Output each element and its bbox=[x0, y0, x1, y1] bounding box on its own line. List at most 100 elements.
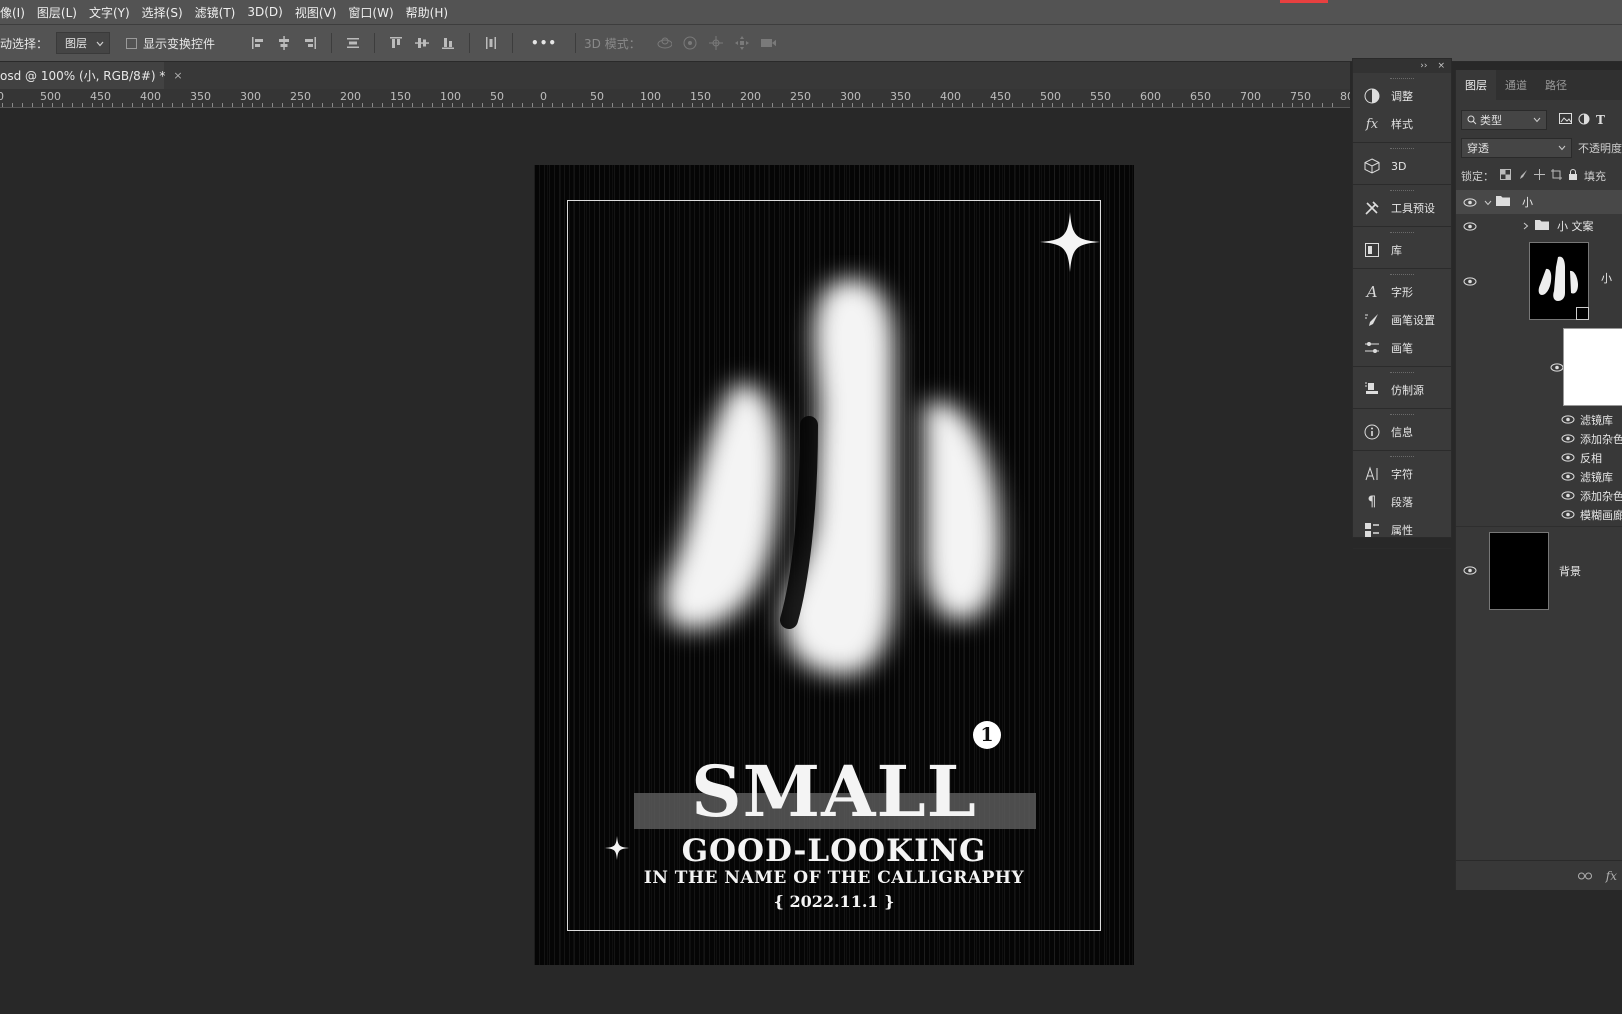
dock-item-clone-source[interactable]: 仿制源 bbox=[1353, 376, 1451, 404]
auto-select-dropdown[interactable]: 图层 bbox=[56, 32, 111, 54]
dock-item-properties[interactable]: 属性 bbox=[1353, 516, 1451, 544]
more-options-button[interactable]: ••• bbox=[531, 36, 557, 50]
dock-item-brush-settings[interactable]: 画笔设置 bbox=[1353, 306, 1451, 334]
visibility-eye-icon[interactable] bbox=[1561, 415, 1575, 425]
clone-source-icon bbox=[1361, 379, 1383, 401]
menu-layer[interactable]: 图层(L) bbox=[31, 4, 83, 21]
visibility-eye-icon[interactable] bbox=[1561, 453, 1575, 463]
visibility-eye-icon[interactable] bbox=[1561, 491, 1575, 501]
visibility-eye-icon[interactable] bbox=[1463, 221, 1477, 231]
menu-3d[interactable]: 3D(D) bbox=[241, 5, 288, 19]
align-horizontal-center-icon[interactable] bbox=[276, 35, 292, 51]
filter-mask-thumbnail bbox=[1563, 328, 1622, 406]
align-bottom-icon[interactable] bbox=[440, 35, 456, 51]
filter-type-icon[interactable]: T bbox=[1596, 113, 1605, 127]
slide-3d-icon[interactable] bbox=[734, 35, 750, 51]
menu-type[interactable]: 文字(Y) bbox=[83, 4, 136, 21]
dock-item-info[interactable]: 信息 bbox=[1353, 418, 1451, 446]
dock-item-brushes[interactable]: 画笔 bbox=[1353, 334, 1451, 362]
smart-filter-mask-row[interactable] bbox=[1456, 324, 1622, 410]
align-top-icon[interactable] bbox=[388, 35, 404, 51]
menu-window[interactable]: 窗口(W) bbox=[342, 4, 399, 21]
align-right-icon[interactable] bbox=[302, 35, 318, 51]
ruler-label: 550 bbox=[1090, 90, 1111, 103]
ruler-label: 300 bbox=[240, 90, 261, 103]
menu-select[interactable]: 选择(S) bbox=[136, 4, 189, 21]
smart-filter-item[interactable]: 添加杂色 bbox=[1456, 486, 1622, 505]
ruler-label: 300 bbox=[840, 90, 861, 103]
layer-effects-fx-icon[interactable]: fx bbox=[1606, 869, 1617, 883]
lock-move-icon[interactable] bbox=[1534, 169, 1545, 183]
smart-filter-item[interactable]: 添加杂色 bbox=[1456, 429, 1622, 448]
filter-pixel-icon[interactable] bbox=[1559, 113, 1572, 127]
visibility-eye-icon[interactable] bbox=[1561, 434, 1575, 444]
close-icon[interactable]: × bbox=[173, 69, 182, 82]
layers-panel-tabs: 图层 通道 路径 bbox=[1456, 70, 1622, 100]
collapse-panels-button[interactable]: ›› bbox=[1420, 61, 1427, 71]
pan-3d-icon[interactable] bbox=[708, 35, 724, 51]
dock-item-tool-presets[interactable]: 工具预设 bbox=[1353, 194, 1451, 222]
document-tab[interactable]: osd @ 100% (小, RGB/8#) * × bbox=[0, 62, 183, 89]
chevron-down-icon[interactable] bbox=[1484, 196, 1492, 209]
align-left-icon[interactable] bbox=[250, 35, 266, 51]
menu-view[interactable]: 视图(V) bbox=[289, 4, 343, 21]
lock-artboard-icon[interactable] bbox=[1551, 169, 1562, 183]
dock-item-paragraph[interactable]: ¶ 段落 bbox=[1353, 488, 1451, 516]
smart-filter-item[interactable]: 模糊画廊 bbox=[1456, 505, 1622, 524]
dock-item-adjustments[interactable]: 调整 bbox=[1353, 82, 1451, 110]
visibility-eye-icon[interactable] bbox=[1561, 510, 1575, 520]
visibility-eye-icon[interactable] bbox=[1550, 362, 1564, 372]
visibility-eye-icon[interactable] bbox=[1463, 276, 1477, 286]
layer-subgroup-row[interactable]: 小 文案 bbox=[1456, 214, 1622, 238]
link-layers-icon[interactable] bbox=[1577, 869, 1592, 883]
menu-help[interactable]: 帮助(H) bbox=[400, 4, 454, 21]
dock-item-styles-fx[interactable]: fx 样式 bbox=[1353, 110, 1451, 138]
filter-adjustment-icon[interactable] bbox=[1578, 113, 1590, 128]
layer-filter-dropdown[interactable]: 类型 bbox=[1461, 110, 1547, 130]
distribute-vertical-icon[interactable] bbox=[345, 35, 361, 51]
visibility-eye-icon[interactable] bbox=[1463, 566, 1477, 576]
visibility-eye-icon[interactable] bbox=[1463, 197, 1477, 207]
blend-mode-value: 穿透 bbox=[1467, 142, 1489, 155]
divider bbox=[512, 33, 514, 53]
dock-item-libraries[interactable]: 库 bbox=[1353, 236, 1451, 264]
dock-item-label: 库 bbox=[1391, 244, 1402, 257]
ruler-label: 50 bbox=[490, 90, 504, 103]
roll-3d-icon[interactable] bbox=[682, 35, 698, 51]
horizontal-ruler[interactable]: 0050045040035030025020015010050050100150… bbox=[0, 89, 1350, 108]
close-icon[interactable]: × bbox=[1437, 61, 1445, 71]
show-transform-checkbox[interactable] bbox=[126, 37, 138, 49]
tab-layers[interactable]: 图层 bbox=[1456, 70, 1496, 100]
lock-transparent-icon[interactable] bbox=[1500, 169, 1511, 183]
smart-object-layer-row[interactable]: 小 bbox=[1456, 238, 1622, 324]
camera-3d-icon[interactable] bbox=[760, 35, 776, 51]
align-vertical-center-icon[interactable] bbox=[414, 35, 430, 51]
ruler-label: 200 bbox=[340, 90, 361, 103]
tab-channels[interactable]: 通道 bbox=[1496, 70, 1536, 100]
ruler-label: 150 bbox=[690, 90, 711, 103]
smart-filter-item[interactable]: 反相 bbox=[1456, 448, 1622, 467]
tab-paths[interactable]: 路径 bbox=[1536, 70, 1576, 100]
smart-filter-item[interactable]: 滤镜库 bbox=[1456, 467, 1622, 486]
auto-select-label: 动选择： bbox=[0, 36, 49, 51]
dock-item-character[interactable]: 字符 bbox=[1353, 460, 1451, 488]
visibility-eye-icon[interactable] bbox=[1561, 472, 1575, 482]
dock-item-cube-3d[interactable]: 3D bbox=[1353, 152, 1451, 180]
dock-item-glyphs[interactable]: A 字形 bbox=[1353, 278, 1451, 306]
menu-image[interactable]: 像(I) bbox=[0, 4, 31, 21]
blend-mode-dropdown[interactable]: 穿透 bbox=[1461, 138, 1572, 158]
document-canvas[interactable]: SMALL 1 GOOD-LOOKING IN THE NAME OF THE … bbox=[534, 165, 1134, 965]
distribute-horizontal-icon[interactable] bbox=[483, 35, 499, 51]
orbit-3d-icon[interactable] bbox=[656, 35, 672, 51]
layer-group-row[interactable]: 小 bbox=[1456, 190, 1622, 214]
lock-brush-icon[interactable] bbox=[1517, 169, 1528, 183]
menu-filter[interactable]: 滤镜(T) bbox=[189, 4, 242, 21]
chevron-down-icon bbox=[1533, 117, 1541, 123]
divider bbox=[575, 33, 577, 53]
smart-filter-item[interactable]: 滤镜库 bbox=[1456, 410, 1622, 429]
chevron-right-icon[interactable] bbox=[1523, 220, 1529, 233]
ruler-label: 750 bbox=[1290, 90, 1311, 103]
lock-all-icon[interactable] bbox=[1568, 169, 1578, 183]
background-layer-row[interactable]: 背景 bbox=[1456, 526, 1622, 614]
tool-presets-icon bbox=[1361, 197, 1383, 219]
